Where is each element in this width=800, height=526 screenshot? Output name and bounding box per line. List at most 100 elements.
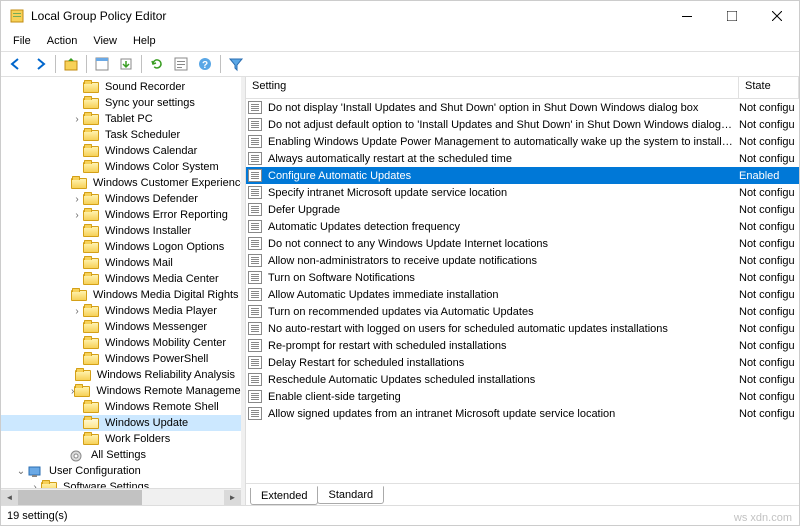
up-button[interactable] bbox=[60, 53, 82, 75]
export-button[interactable] bbox=[115, 53, 137, 75]
details-pane: Setting State Do not display 'Install Up… bbox=[245, 77, 799, 505]
settings-list[interactable]: Do not display 'Install Updates and Shut… bbox=[246, 99, 799, 483]
refresh-button[interactable] bbox=[146, 53, 168, 75]
scroll-track[interactable] bbox=[18, 490, 224, 505]
setting-row[interactable]: Delay Restart for scheduled installation… bbox=[246, 354, 799, 371]
setting-name: Turn on Software Notifications bbox=[268, 272, 739, 284]
setting-row[interactable]: Turn on Software NotificationsNot config… bbox=[246, 269, 799, 286]
tree-node[interactable]: ›Windows Remote Management bbox=[1, 383, 241, 399]
menu-help[interactable]: Help bbox=[125, 33, 164, 49]
setting-state: Not configu bbox=[739, 306, 799, 318]
tree-node[interactable]: Windows Reliability Analysis bbox=[1, 367, 241, 383]
setting-name: Configure Automatic Updates bbox=[268, 170, 739, 182]
setting-row[interactable]: Always automatically restart at the sche… bbox=[246, 150, 799, 167]
tree-node-label: Windows Mail bbox=[103, 257, 175, 269]
setting-row[interactable]: Reschedule Automatic Updates scheduled i… bbox=[246, 371, 799, 388]
setting-state: Not configu bbox=[739, 408, 799, 420]
policy-icon bbox=[248, 271, 264, 285]
close-button[interactable] bbox=[754, 1, 799, 31]
expand-icon[interactable]: › bbox=[71, 114, 83, 125]
column-header-setting[interactable]: Setting bbox=[246, 77, 739, 98]
tree-node[interactable]: Windows Color System bbox=[1, 159, 241, 175]
setting-row[interactable]: Allow signed updates from an intranet Mi… bbox=[246, 405, 799, 422]
tree-node[interactable]: Sound Recorder bbox=[1, 79, 241, 95]
scroll-left-button[interactable]: ◄ bbox=[1, 490, 18, 505]
setting-row[interactable]: Configure Automatic UpdatesEnabled bbox=[246, 167, 799, 184]
nav-tree[interactable]: Sound Recorder Sync your settings ›Tablet … bbox=[1, 77, 241, 488]
tree-hscrollbar[interactable]: ◄ ► bbox=[1, 488, 241, 505]
toolbar-separator bbox=[55, 55, 56, 73]
tree-node[interactable]: Windows Media Center bbox=[1, 271, 241, 287]
tree-node[interactable]: Windows Calendar bbox=[1, 143, 241, 159]
setting-row[interactable]: Turn on recommended updates via Automati… bbox=[246, 303, 799, 320]
filter-button[interactable] bbox=[225, 53, 247, 75]
tree-node[interactable]: Windows Mail bbox=[1, 255, 241, 271]
tree-node-label: Windows Reliability Analysis bbox=[95, 369, 237, 381]
setting-name: Turn on recommended updates via Automati… bbox=[268, 306, 739, 318]
tree-node[interactable]: Work Folders bbox=[1, 431, 241, 447]
tree-node-label: Windows Color System bbox=[103, 161, 221, 173]
policy-icon bbox=[248, 339, 264, 353]
properties-button[interactable] bbox=[170, 53, 192, 75]
setting-row[interactable]: Enabling Windows Update Power Management… bbox=[246, 133, 799, 150]
back-button[interactable] bbox=[5, 53, 27, 75]
menu-view[interactable]: View bbox=[85, 33, 125, 49]
tree-node[interactable]: Windows Installer bbox=[1, 223, 241, 239]
folder-icon bbox=[83, 258, 99, 269]
tree-node[interactable]: Windows Messenger bbox=[1, 319, 241, 335]
tree-node-label: Sync your settings bbox=[103, 97, 197, 109]
tree-node[interactable]: ›Software Settings bbox=[1, 479, 241, 488]
setting-state: Not configu bbox=[739, 119, 799, 131]
expand-icon[interactable]: › bbox=[71, 194, 83, 205]
column-header-state[interactable]: State bbox=[739, 77, 799, 98]
maximize-button[interactable] bbox=[709, 1, 754, 31]
list-header: Setting State bbox=[246, 77, 799, 99]
tree-node[interactable]: Windows Logon Options bbox=[1, 239, 241, 255]
status-text: 19 setting(s) bbox=[7, 510, 68, 522]
setting-row[interactable]: Do not adjust default option to 'Install… bbox=[246, 116, 799, 133]
menu-file[interactable]: File bbox=[5, 33, 39, 49]
setting-row[interactable]: Defer UpgradeNot configu bbox=[246, 201, 799, 218]
setting-row[interactable]: Re-prompt for restart with scheduled ins… bbox=[246, 337, 799, 354]
scroll-thumb[interactable] bbox=[18, 490, 142, 505]
tree-node-label: Windows Messenger bbox=[103, 321, 209, 333]
menu-action[interactable]: Action bbox=[39, 33, 86, 49]
minimize-button[interactable] bbox=[664, 1, 709, 31]
setting-row[interactable]: Do not display 'Install Updates and Shut… bbox=[246, 99, 799, 116]
tree-node[interactable]: Windows Customer Experience I bbox=[1, 175, 241, 191]
tree-node-label: Windows Error Reporting bbox=[103, 209, 230, 221]
setting-row[interactable]: Allow non-administrators to receive upda… bbox=[246, 252, 799, 269]
setting-name: Allow signed updates from an intranet Mi… bbox=[268, 408, 739, 420]
tree-node[interactable]: Task Scheduler bbox=[1, 127, 241, 143]
setting-row[interactable]: Enable client-side targetingNot configu bbox=[246, 388, 799, 405]
tree-node[interactable]: Windows Update bbox=[1, 415, 241, 431]
setting-row[interactable]: Allow Automatic Updates immediate instal… bbox=[246, 286, 799, 303]
folder-icon bbox=[83, 434, 99, 445]
tab-extended[interactable]: Extended bbox=[250, 488, 318, 505]
expand-icon[interactable]: › bbox=[71, 306, 83, 317]
collapse-icon[interactable]: ⌄ bbox=[15, 466, 27, 477]
tree-node[interactable]: ›Windows Media Player bbox=[1, 303, 241, 319]
scroll-right-button[interactable]: ► bbox=[224, 490, 241, 505]
tree-node[interactable]: All Settings bbox=[1, 447, 241, 463]
tree-node[interactable]: Windows Remote Shell bbox=[1, 399, 241, 415]
tree-node[interactable]: Windows PowerShell bbox=[1, 351, 241, 367]
tree-node[interactable]: ›Tablet PC bbox=[1, 111, 241, 127]
help-button[interactable]: ? bbox=[194, 53, 216, 75]
setting-row[interactable]: Do not connect to any Windows Update Int… bbox=[246, 235, 799, 252]
tree-node-label: Windows Remote Management bbox=[94, 385, 241, 397]
tree-node[interactable]: Windows Media Digital Rights M bbox=[1, 287, 241, 303]
tree-node[interactable]: › Windows Error Reporting bbox=[1, 207, 241, 223]
setting-row[interactable]: Specify intranet Microsoft update servic… bbox=[246, 184, 799, 201]
tree-node[interactable]: Sync your settings bbox=[1, 95, 241, 111]
tree-node[interactable]: Windows Mobility Center bbox=[1, 335, 241, 351]
tree-node[interactable]: ⌄User Configuration bbox=[1, 463, 241, 479]
tree-node[interactable]: ›Windows Defender bbox=[1, 191, 241, 207]
setting-row[interactable]: Automatic Updates detection frequencyNot… bbox=[246, 218, 799, 235]
menu-bar: File Action View Help bbox=[1, 31, 799, 51]
expand-icon[interactable]: › bbox=[71, 210, 83, 221]
forward-button[interactable] bbox=[29, 53, 51, 75]
show-hide-button[interactable] bbox=[91, 53, 113, 75]
setting-row[interactable]: No auto-restart with logged on users for… bbox=[246, 320, 799, 337]
tab-standard[interactable]: Standard bbox=[317, 486, 384, 504]
